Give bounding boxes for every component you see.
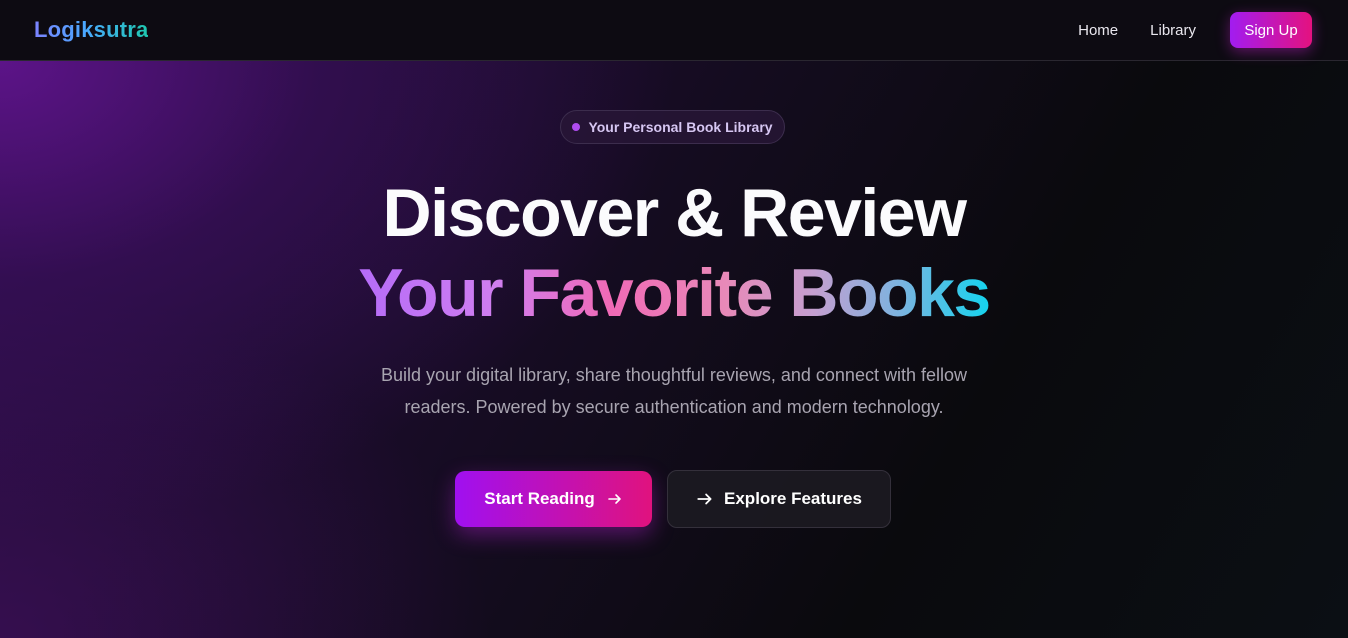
nav-link-library[interactable]: Library [1150, 22, 1196, 39]
headline-gradient-text: Your Favorite Books [358, 255, 991, 331]
arrow-right-icon [697, 493, 712, 505]
headline-line-1: Discover & Review [382, 175, 967, 251]
hero-section: Your Personal Book Library Discover & Re… [0, 61, 1348, 638]
arrow-right-icon [607, 494, 621, 504]
hero-subtitle: Build your digital library, share though… [360, 359, 988, 423]
explore-features-button[interactable]: Explore Features [667, 470, 891, 528]
top-navbar: Logiksutra Home Library Sign Up [0, 0, 1348, 61]
subtitle-line-2: readers. Powered by secure authenticatio… [404, 397, 944, 417]
start-reading-label: Start Reading [484, 489, 595, 508]
nav-link-home[interactable]: Home [1078, 22, 1118, 39]
badge-label: Your Personal Book Library [588, 119, 773, 135]
nav-links: Home Library Sign Up [1078, 12, 1312, 48]
sign-up-button[interactable]: Sign Up [1230, 12, 1312, 48]
headline-line-2: Your Favorite Books [0, 253, 1348, 333]
library-badge: Your Personal Book Library [560, 110, 785, 144]
explore-features-label: Explore Features [724, 489, 862, 508]
subtitle-line-1: Build your digital library, share though… [381, 365, 967, 385]
dot-icon [572, 123, 581, 131]
brand-logo[interactable]: Logiksutra [34, 17, 148, 43]
start-reading-button[interactable]: Start Reading [455, 471, 652, 527]
